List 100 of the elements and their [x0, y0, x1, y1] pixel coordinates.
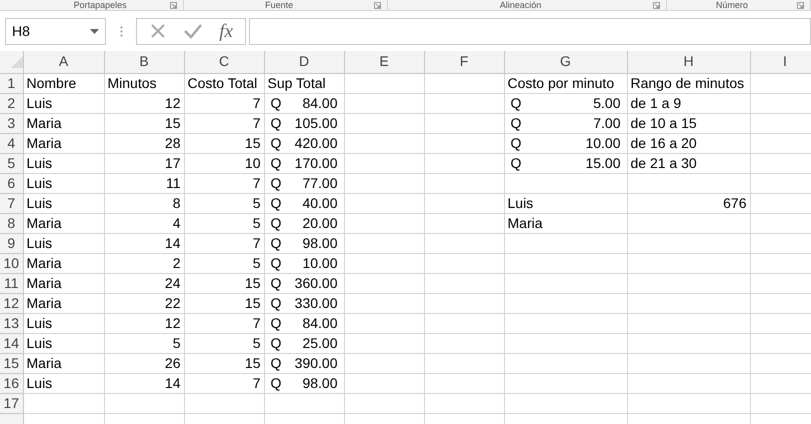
table-cell: Sup Total — [268, 74, 326, 90]
table-cell: 7 — [252, 234, 260, 250]
currency-symbol: Q — [270, 374, 282, 392]
table-cell: 15.00 — [585, 154, 620, 172]
table-cell: 98.00 — [302, 374, 338, 392]
table-cell: Maria — [26, 254, 62, 270]
table-cell: Costo Total — [188, 74, 258, 90]
table-cell: 84.00 — [302, 94, 338, 112]
table-cell: 4 — [172, 214, 180, 230]
table-cell: Rango de minutos — [630, 74, 744, 90]
dialog-launcher-icon[interactable] — [170, 2, 178, 8]
table-cell: 7 — [252, 374, 260, 390]
currency-symbol: Q — [270, 314, 282, 332]
table-cell: de 16 a 20 — [630, 134, 697, 150]
dialog-launcher-icon[interactable] — [797, 2, 804, 8]
column-header[interactable]: C — [218, 53, 230, 70]
currency-symbol: Q — [270, 294, 282, 312]
table-cell: 5 — [252, 254, 260, 270]
table-cell: Maria — [26, 294, 62, 310]
column-header[interactable]: I — [783, 53, 787, 70]
table-cell: de 10 a 15 — [630, 114, 697, 130]
ribbon-group-label: Portapapeles — [72, 0, 128, 10]
table-cell: 5 — [252, 214, 260, 230]
table-cell: Maria — [26, 274, 62, 290]
table-cell: Luis — [26, 334, 52, 350]
table-cell: 14 — [164, 374, 180, 390]
table-cell: 7 — [252, 114, 260, 130]
currency-symbol: Q — [270, 334, 282, 352]
table-cell: 15 — [244, 354, 260, 370]
table-cell: 5 — [172, 334, 180, 350]
table-cell: 330.00 — [294, 294, 338, 312]
column-header[interactable]: B — [139, 53, 149, 70]
caret-icon — [90, 28, 99, 34]
column-header[interactable]: G — [560, 53, 571, 70]
table-cell: 420.00 — [294, 134, 338, 152]
column-header[interactable]: D — [298, 53, 310, 70]
table-cell: 12 — [164, 94, 180, 110]
column-header[interactable]: F — [460, 53, 468, 70]
table-cell: 10.00 — [302, 254, 338, 272]
cancel-icon[interactable] — [149, 22, 168, 40]
currency-symbol: Q — [270, 354, 282, 372]
table-cell: de 21 a 30 — [630, 154, 697, 170]
currency-symbol: Q — [270, 234, 282, 252]
table-cell: Luis — [26, 94, 52, 110]
table-cell: 676 — [723, 194, 746, 210]
table-cell: 7.00 — [593, 114, 620, 132]
table-cell: 12 — [164, 314, 180, 330]
formula-input[interactable] — [249, 18, 811, 44]
dialog-launcher-icon[interactable] — [652, 2, 660, 8]
currency-symbol: Q — [270, 114, 282, 132]
table-cell: Luis — [26, 194, 52, 210]
currency-symbol: Q — [270, 94, 282, 112]
table-cell: Costo por minuto — [508, 74, 614, 90]
dialog-launcher-icon[interactable] — [374, 2, 382, 8]
currency-symbol: Q — [270, 274, 282, 292]
name-box[interactable]: H8 — [5, 18, 106, 44]
table-cell: Maria — [26, 354, 62, 370]
table-cell: Luis — [26, 154, 52, 170]
table-cell: 7 — [252, 94, 260, 110]
table-cell: 7 — [252, 314, 260, 330]
table-cell: Luis — [508, 194, 534, 210]
table-cell: Maria — [508, 214, 543, 230]
table-cell: 11 — [166, 174, 180, 190]
table-cell: 5 — [252, 334, 260, 350]
currency-symbol: Q — [270, 134, 282, 152]
insert-function-button[interactable]: fx — [219, 22, 233, 40]
table-cell: Luis — [26, 374, 52, 390]
table-cell: 390.00 — [294, 354, 338, 372]
table-cell: 28 — [164, 134, 180, 150]
column-header[interactable]: A — [58, 53, 68, 70]
check-icon[interactable] — [183, 22, 204, 40]
table-cell: 84.00 — [302, 314, 338, 332]
currency-symbol: Q — [510, 154, 522, 172]
ribbon-group-label: Alineación — [498, 0, 542, 10]
column-header[interactable]: H — [683, 53, 694, 70]
currency-symbol: Q — [510, 94, 522, 112]
currency-symbol: Q — [270, 154, 282, 172]
currency-symbol: Q — [270, 174, 282, 192]
table-cell: 25.00 — [302, 334, 338, 352]
table-cell: 5 — [252, 194, 260, 210]
table-cell: 105.00 — [294, 114, 338, 132]
ribbon-group-label: Número — [714, 0, 749, 10]
table-cell: 15 — [164, 114, 180, 130]
table-cell: Minutos — [108, 74, 157, 90]
table-cell: 17 — [164, 154, 180, 170]
table-cell: 24 — [164, 274, 180, 290]
table-cell: Luis — [26, 174, 52, 190]
table-cell: 20.00 — [302, 214, 338, 232]
table-cell: 22 — [164, 294, 180, 310]
table-cell: 2 — [172, 254, 180, 270]
table-cell: 170.00 — [294, 154, 338, 172]
table-cell: Luis — [26, 314, 52, 330]
column-header[interactable]: E — [379, 53, 389, 70]
currency-symbol: Q — [270, 254, 282, 272]
table-cell: 14 — [164, 234, 180, 250]
table-cell: 40.00 — [302, 194, 338, 212]
table-cell: 5.00 — [593, 94, 620, 112]
table-cell: Maria — [26, 114, 62, 130]
table-cell: 10 — [244, 154, 260, 170]
table-cell: 15 — [244, 294, 260, 310]
